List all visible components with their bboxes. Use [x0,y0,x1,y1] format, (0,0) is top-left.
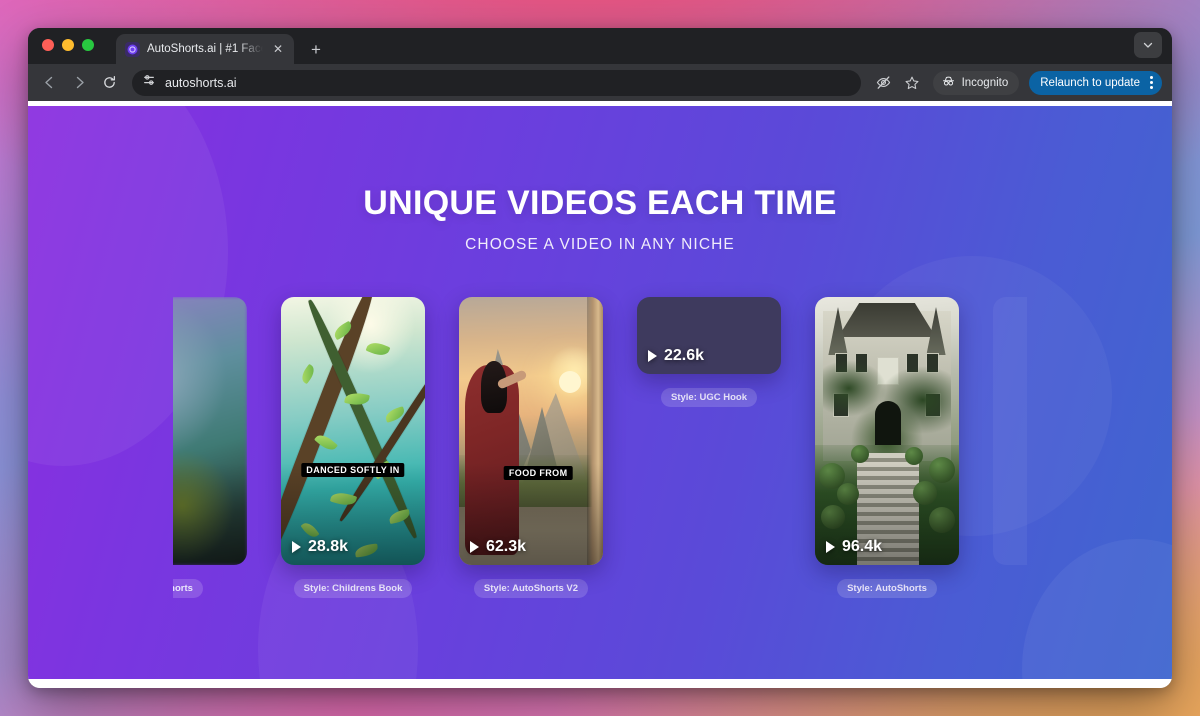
new-tab-button[interactable]: + [303,36,329,62]
incognito-icon [941,74,956,92]
play-count: 96.4k [826,538,882,556]
video-card[interactable]: 22.6k Style: UGC Hook [637,297,781,407]
page-bottom-edge [28,679,1172,688]
video-card[interactable]: DANCED SOFTLY IN 28.8k Style: Childrens … [281,297,425,598]
minimize-window-button[interactable] [62,39,74,51]
play-count: 22.6k [648,347,704,365]
chevron-down-icon [1143,42,1153,48]
incognito-indicator[interactable]: Incognito [932,70,1020,95]
style-label: Style: AutoShorts V2 [473,579,589,598]
play-count: 28.8k [292,538,348,556]
back-button[interactable] [36,70,62,96]
browser-tab[interactable]: AutoShorts.ai | #1 Faceless Vi ✕ [116,34,294,64]
tab-strip: AutoShorts.ai | #1 Faceless Vi ✕ + [28,28,1172,64]
video-thumbnail[interactable]: DANCED SOFTLY IN 28.8k [281,297,425,565]
play-icon [292,541,301,553]
close-window-button[interactable] [42,39,54,51]
video-thumbnail[interactable]: 96.4k [815,297,959,565]
thumbnail-overlay [173,297,247,565]
relaunch-label: Relaunch to update [1040,76,1140,89]
style-label: Style: Childrens Book [293,579,413,598]
relaunch-to-update-button[interactable]: Relaunch to update [1029,70,1162,95]
play-icon [826,541,835,553]
video-card[interactable]: FOOD FROM 62.3k Style: AutoShorts V2 [459,297,603,598]
toolbar-actions [871,70,925,96]
style-label: Style: AutoShorts [837,579,937,598]
arrow-right-icon [76,76,84,89]
autoshorts-landing-section: UNIQUE VIDEOS EACH TIME CHOOSE A VIDEO I… [28,106,1172,679]
play-count-value: 96.4k [842,538,883,555]
page-subtitle: CHOOSE A VIDEO IN ANY NICHE [465,236,735,253]
play-count: 62.3k [470,538,526,556]
play-count-value: 22.6k [664,347,705,364]
video-caption: FOOD FROM [503,465,573,480]
play-icon [648,350,657,362]
eye-off-icon [876,76,891,89]
hero-text-block: UNIQUE VIDEOS EACH TIME CHOOSE A VIDEO I… [28,106,1172,254]
bookmark-button[interactable] [899,70,925,96]
video-thumbnail[interactable]: HIS [173,297,247,565]
reload-button[interactable] [96,70,122,96]
star-icon [905,76,919,89]
tracking-protection-button[interactable] [871,70,897,96]
thumbnail-overlay [459,297,603,565]
arrow-left-icon [44,76,52,89]
page-title: UNIQUE VIDEOS EACH TIME [363,184,837,222]
reload-icon [103,76,115,88]
video-caption: DANCED SOFTLY IN [301,463,405,478]
thumbnail-overlay [281,297,425,565]
tune-icon[interactable] [142,73,156,92]
browser-menu-icon[interactable] [1147,76,1156,89]
video-card-row: HIS oShorts [28,297,1172,598]
play-count-value: 28.8k [308,538,349,555]
style-label: oShorts [173,579,203,598]
window-controls [42,28,94,64]
style-label: Style: UGC Hook [660,388,757,407]
maximize-window-button[interactable] [82,39,94,51]
video-card[interactable]: 96.4k Style: AutoShorts [815,297,959,598]
autoshorts-favicon [125,41,140,57]
video-card[interactable]: HIS oShorts [173,297,247,598]
play-count-value: 62.3k [486,538,527,555]
tab-title: AutoShorts.ai | #1 Faceless Vi [147,43,263,55]
page-viewport: UNIQUE VIDEOS EACH TIME CHOOSE A VIDEO I… [28,101,1172,688]
close-tab-icon[interactable]: ✕ [270,41,286,57]
address-bar[interactable]: autoshorts.ai [132,69,861,96]
browser-window: AutoShorts.ai | #1 Faceless Vi ✕ + [28,28,1172,688]
forward-button[interactable] [66,70,92,96]
incognito-label: Incognito [961,76,1009,89]
play-icon [470,541,479,553]
thumbnail-overlay [815,297,959,565]
video-thumbnail[interactable]: FOOD FROM 62.3k [459,297,603,565]
address-bar-url[interactable]: autoshorts.ai [165,76,237,90]
video-thumbnail[interactable]: 22.6k [637,297,781,374]
browser-toolbar: autoshorts.ai Incognito Relaunch to upda… [28,64,1172,101]
video-card[interactable] [993,297,1027,565]
tab-search-chevron-down-icon[interactable] [1134,32,1162,58]
